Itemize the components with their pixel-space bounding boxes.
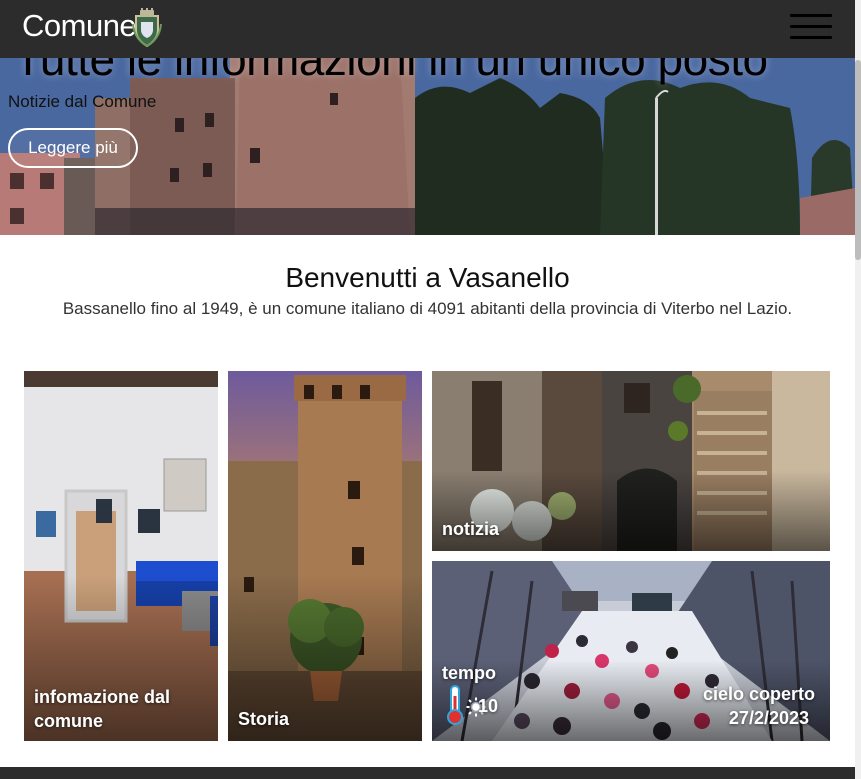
weather-date: 27/2/2023 xyxy=(728,708,809,728)
thermometer-icon xyxy=(447,685,463,725)
tile-notizia[interactable]: notizia xyxy=(432,371,830,551)
tile-label-line1: infomazione dal xyxy=(34,687,171,707)
welcome-title: Benvenutti a Vasanello xyxy=(285,262,570,293)
hero-title: Tutte le informazioni in un unico posto xyxy=(14,58,768,85)
weather-temperature: 10 xyxy=(478,696,499,716)
tile-label-notizia: notizia xyxy=(442,519,499,539)
tile-storia[interactable]: Storia xyxy=(228,371,422,741)
read-more-button[interactable]: Leggere più xyxy=(8,128,138,168)
brand-name[interactable]: Comune xyxy=(22,8,137,44)
welcome-description: Bassanello fino al 1949, è un comune ita… xyxy=(62,299,793,318)
footer-bar xyxy=(0,767,855,779)
hero-banner: Tutte le informazioni in un unico posto … xyxy=(0,58,855,235)
scrollbar-thumb[interactable] xyxy=(855,60,861,260)
hero-subtitle: Notizie dal Comune xyxy=(8,92,157,111)
tile-label-line2: comune xyxy=(34,711,104,731)
coat-of-arms-icon xyxy=(132,8,162,48)
hamburger-menu-icon[interactable] xyxy=(790,14,832,40)
weather-condition: cielo coperto xyxy=(702,684,815,704)
top-navbar: Comune xyxy=(0,0,855,58)
tile-label-tempo: tempo xyxy=(442,663,496,683)
tile-info-comune[interactable]: infomazione dal comune xyxy=(24,371,218,741)
tile-label-storia: Storia xyxy=(238,709,290,729)
